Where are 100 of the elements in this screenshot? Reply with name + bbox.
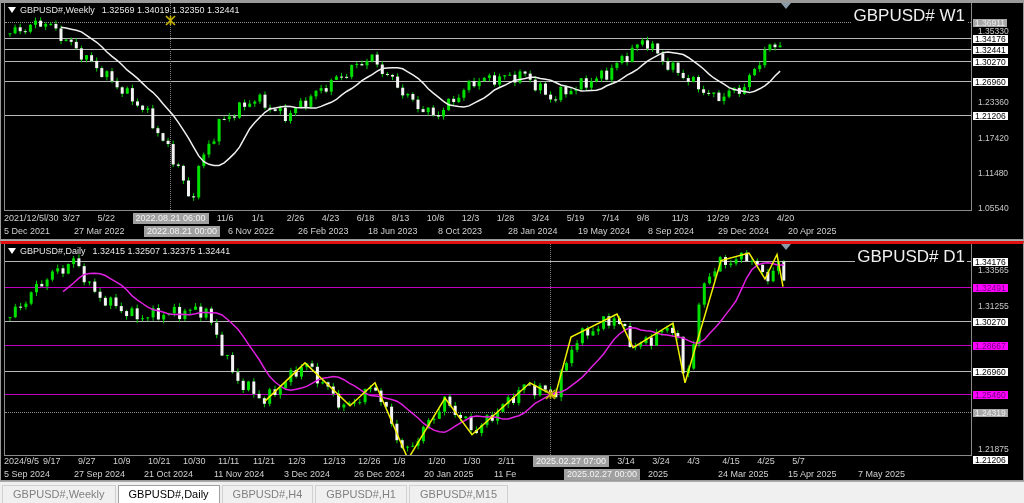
price-label: 1.26960 (973, 78, 1008, 86)
time-label: 4/3 (687, 456, 701, 467)
time-label: 5/22 (97, 213, 117, 224)
time-label: 10/8 (426, 213, 446, 224)
time-label: 3/24 (652, 456, 671, 467)
time-label: 12/29 (706, 213, 731, 224)
time-label: 21 Oct 2024 (144, 469, 195, 480)
time-label: 24 Mar 2025 (718, 469, 770, 480)
time-label: 15 Apr 2025 (788, 469, 838, 480)
time-label: 27 Mar 2022 (74, 226, 126, 237)
time-label: 7 May 2025 (858, 469, 907, 480)
time-label: 19 May 2024 (578, 226, 632, 237)
time-label: 28 Jan 2024 (508, 226, 559, 237)
time-label: 5 Sep 2024 (4, 469, 52, 480)
cursor-time-label: 2022.08.21 00:00 (144, 226, 221, 237)
cursor-time-label: 2025.02.27 00:00 (564, 469, 641, 480)
price-label: 1.32441 (973, 45, 1008, 54)
dropdown-triangle-icon[interactable] (8, 248, 16, 254)
price-label: 1.32491 (973, 283, 1008, 292)
ohlc-values: 1.32415 1.32507 1.32375 1.32441 (92, 246, 231, 256)
price-label: 1.05540 (977, 204, 1010, 212)
time-label: 11/3 (671, 213, 690, 224)
time-label: 10/21 (148, 456, 172, 467)
price-label: 1.23360 (977, 98, 1010, 107)
time-label: 2024/9/5 (4, 456, 41, 467)
cursor-time-label: 2025.02.27 07:00 (533, 456, 610, 467)
time-label: 11/6 (216, 213, 235, 224)
time-label: 4/20 (776, 213, 796, 224)
time-label: 8 Sep 2024 (648, 226, 696, 237)
price-label: 1.34176 (973, 35, 1008, 44)
time-label: 2/23 (741, 213, 761, 224)
time-label: 9/27 (78, 456, 97, 467)
time-label: 2025 (648, 469, 670, 480)
dropdown-triangle-icon[interactable] (8, 7, 16, 13)
time-label: 5 Dec 2021 (4, 226, 52, 237)
chart-tab[interactable]: GBPUSD#,H1 (315, 485, 407, 503)
time-label: 20 Jan 2025 (424, 469, 475, 480)
price-label: 1.35330 (978, 27, 1010, 36)
time-label: 18 Jun 2023 (368, 226, 419, 237)
time-label: 3/27 (62, 213, 82, 224)
time-label: 3/24 (531, 213, 551, 224)
price-label: 1.25460 (973, 391, 1008, 400)
chart-tab[interactable]: GBPUSD#,H4 (221, 485, 314, 503)
chart-tab[interactable]: GBPUSD#,M15 (409, 485, 508, 503)
price-label: 1.30270 (973, 317, 1008, 326)
time-label: 1/20 (428, 456, 447, 467)
cross-marker-icon (165, 15, 176, 26)
chart-tab[interactable]: GBPUSD#,Weekly (2, 485, 116, 503)
price-label: 1.36911 (973, 19, 1008, 27)
time-label: 26 Feb 2023 (298, 226, 350, 237)
time-label: 4/23 (321, 213, 341, 224)
cursor-time-label: 2022.08.21 06:00 (132, 213, 209, 224)
chart-shift-icon[interactable] (781, 244, 791, 250)
time-label: 11 Fe (494, 469, 518, 480)
time-label: 10/9 (113, 456, 132, 467)
time-label: 4/25 (757, 456, 776, 467)
time-label: 10/30 (183, 456, 207, 467)
price-label: 1.34176 (973, 258, 1008, 266)
time-label: 8/13 (391, 213, 411, 224)
time-label: 11/21 (253, 456, 276, 467)
time-label: 1/1 (251, 213, 266, 224)
time-label: 8 Oct 2023 (438, 226, 484, 237)
time-label: 2/11 (498, 456, 516, 467)
time-label: 11 Nov 2024 (214, 469, 266, 480)
time-label: 5/19 (566, 213, 586, 224)
time-label: 12/13 (323, 456, 347, 467)
time-label: 20 Apr 2025 (788, 226, 838, 237)
time-label: 7/14 (601, 213, 621, 224)
time-label: 29 Dec 2024 (718, 226, 771, 237)
price-label: 1.26960 (973, 368, 1008, 377)
time-label: 12/3 (288, 456, 307, 467)
time-label: 9/8 (636, 213, 651, 224)
price-label: 1.21206 (973, 112, 1008, 121)
price-label: 1.11480 (977, 168, 1010, 177)
time-label: 1/28 (496, 213, 516, 224)
price-label: 1.21206 (973, 456, 1008, 464)
time-label: 1/30 (463, 456, 482, 467)
time-label: 4/15 (722, 456, 741, 467)
time-label: 2/26 (286, 213, 306, 224)
time-label: 3/14 (617, 456, 636, 467)
price-label: 1.30270 (973, 58, 1008, 67)
price-label: 1.33565 (977, 266, 1010, 275)
symbol-timeframe-label: GBPUSD# W1 (851, 6, 967, 25)
ohlc-values: 1.32569 1.34019 1.32350 1.32441 (101, 5, 240, 15)
price-label: 1.28667 (973, 342, 1008, 351)
time-label: 12/26 (358, 456, 382, 467)
price-label: 1.31255 (977, 301, 1010, 310)
time-label: 27 Sep 2024 (74, 469, 127, 480)
price-label: 1.21875 (977, 444, 1010, 453)
time-label: 6/18 (356, 213, 376, 224)
price-label: 1.17420 (977, 133, 1010, 142)
time-label: 11/11 (218, 456, 241, 467)
chart-title: GBPUSD#,Daily (20, 246, 86, 256)
chart-shift-icon[interactable] (781, 3, 791, 9)
time-label: 6 Nov 2022 (228, 226, 276, 237)
time-label: 26 Dec 2024 (354, 469, 407, 480)
time-label: 1/8 (393, 456, 407, 467)
chart-tab[interactable]: GBPUSD#,Daily (117, 485, 220, 503)
time-label: 12/3 (461, 213, 481, 224)
price-label: 1.24319 (973, 408, 1008, 417)
